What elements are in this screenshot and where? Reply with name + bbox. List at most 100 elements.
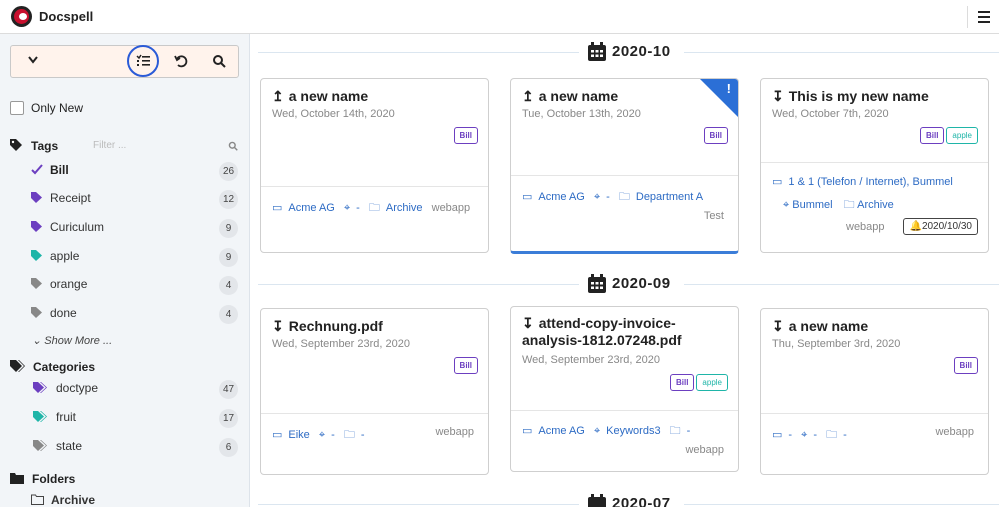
correspondent-link[interactable]: 1 & 1 (Telefon / Internet), Bummel	[788, 176, 952, 188]
new-item-marker	[700, 79, 738, 117]
item-card[interactable]: ↥ a new name Wed, October 14th, 2020 Bill…	[260, 78, 489, 253]
due-date: 2020/10/30	[921, 221, 972, 232]
search-button[interactable]	[203, 46, 235, 78]
source-label: webapp	[846, 221, 885, 233]
crosshair-icon: ⌖	[343, 202, 351, 214]
concerning-link[interactable]: Keywords3	[606, 425, 660, 437]
category-item-fruit[interactable]: fruit 17	[0, 409, 250, 428]
outgoing-icon: ↥	[272, 88, 284, 104]
tag-count: 26	[219, 162, 238, 181]
folder-link[interactable]: Archive	[857, 199, 894, 211]
tag-item-bill[interactable]: Bill 26	[0, 162, 250, 181]
folder-icon: 🗀	[669, 425, 681, 437]
tag-item-curiculum[interactable]: Curiculum 9	[0, 219, 250, 238]
concerning-link[interactable]: -	[813, 429, 817, 441]
category-label: state	[56, 439, 83, 453]
correspondent-link[interactable]: Acme AG	[288, 202, 334, 214]
tag-label[interactable]: apple	[696, 374, 728, 391]
top-bar: Docspell	[0, 0, 999, 34]
item-card[interactable]: ↧ Rechnung.pdf Wed, September 23rd, 2020 …	[260, 308, 489, 475]
category-count: 47	[219, 380, 238, 399]
list-view-button[interactable]	[127, 45, 159, 78]
hamburger-menu-icon[interactable]	[967, 6, 999, 28]
category-item-doctype[interactable]: doctype 47	[0, 380, 250, 399]
card-title-line2: analysis-1812.07248.pdf	[522, 332, 682, 348]
tag-label[interactable]: Bill	[703, 127, 728, 144]
item-card[interactable]: ↧ a new name Thu, September 3rd, 2020 Bil…	[760, 308, 989, 475]
tag-label: done	[50, 306, 77, 320]
show-more-link[interactable]: ⌄ Show More ...	[32, 334, 112, 347]
source-label: webapp	[435, 426, 474, 438]
calendar-icon	[588, 42, 606, 64]
tag-item-apple[interactable]: apple 9	[0, 248, 250, 267]
tag-count: 4	[219, 305, 238, 324]
tag-label[interactable]: Bill	[919, 127, 945, 144]
tags-icon	[33, 382, 48, 396]
tag-item-done[interactable]: done 4	[0, 305, 250, 324]
category-label: fruit	[56, 410, 77, 424]
concerning-link[interactable]: Bummel	[792, 199, 832, 211]
source-label: Test	[703, 210, 724, 222]
exclamation-icon: !	[726, 81, 731, 96]
due-date-badge[interactable]: 🔔2020/10/30	[903, 218, 978, 235]
correspondent-link[interactable]: -	[788, 429, 792, 441]
list-icon	[136, 54, 150, 66]
card-date: Wed, September 23rd, 2020	[522, 354, 660, 366]
correspondent-link[interactable]: Acme AG	[538, 425, 584, 437]
tag-label[interactable]: Bill	[669, 374, 695, 391]
correspondent-link[interactable]: Eike	[288, 429, 309, 441]
app-title[interactable]: Docspell	[39, 9, 93, 24]
card-title: Rechnung.pdf	[288, 318, 383, 334]
tag-item-receipt[interactable]: Receipt 12	[0, 190, 250, 209]
id-card-icon: ▭	[522, 425, 533, 437]
concerning-link[interactable]: -	[356, 202, 360, 214]
tag-count: 9	[219, 219, 238, 238]
tag-item-orange[interactable]: orange 4	[0, 276, 250, 295]
tags-icon	[33, 440, 48, 454]
card-title-line1: attend-copy-invoice-	[538, 315, 676, 331]
item-card[interactable]: ↧ This is my new name Wed, October 7th, 2…	[760, 78, 989, 253]
tag-label[interactable]: Bill	[453, 357, 478, 374]
folder-link[interactable]: -	[687, 425, 691, 437]
concerning-link[interactable]: -	[331, 429, 335, 441]
correspondent-link[interactable]: Acme AG	[538, 191, 584, 203]
folder-link[interactable]: Archive	[386, 202, 423, 214]
card-date: Wed, September 23rd, 2020	[272, 338, 410, 350]
id-card-icon: ▭	[772, 429, 783, 441]
tag-label: Receipt	[50, 191, 91, 205]
tag-label[interactable]: Bill	[953, 357, 978, 374]
category-count: 6	[219, 438, 238, 457]
sidebar: Only New Tags Filter ... Bill 26 Receipt…	[0, 34, 250, 507]
tag-label[interactable]: apple	[946, 127, 978, 144]
folder-item-archive[interactable]: Archive	[0, 493, 250, 507]
tag-icon	[31, 307, 43, 321]
folder-link[interactable]: -	[843, 429, 847, 441]
reset-button[interactable]	[165, 46, 197, 78]
folder-icon: 🗀	[843, 199, 855, 211]
incoming-icon: ↧	[772, 88, 784, 104]
tags-icon	[33, 411, 48, 425]
concerning-link[interactable]: -	[606, 191, 610, 203]
calendar-icon	[588, 494, 606, 507]
tag-label: orange	[50, 277, 88, 291]
calendar-icon	[588, 274, 606, 296]
card-date: Wed, October 7th, 2020	[772, 108, 889, 120]
tag-filter-input[interactable]: Filter ...	[93, 140, 126, 151]
tag-label[interactable]: Bill	[453, 127, 478, 144]
item-card[interactable]: ! ↥ a new name Tue, October 13th, 2020 Bi…	[510, 78, 739, 254]
category-item-state[interactable]: state 6	[0, 438, 250, 457]
only-new-checkbox[interactable]	[10, 101, 24, 115]
tag-label: apple	[50, 249, 80, 263]
folder-link[interactable]: -	[361, 429, 365, 441]
docspell-logo-icon[interactable]	[11, 6, 32, 27]
tag-count: 12	[219, 190, 238, 209]
item-card[interactable]: ↧ attend-copy-invoice- analysis-1812.0724…	[510, 306, 739, 472]
chevron-down-icon[interactable]	[28, 53, 38, 67]
incoming-icon: ↧	[772, 318, 784, 334]
checkmark-icon	[31, 164, 43, 178]
tag-label: Bill	[50, 163, 69, 177]
folder-link[interactable]: Department A	[636, 191, 703, 203]
search-menu	[10, 45, 239, 78]
tags-title: Tags	[31, 139, 59, 153]
crosshair-icon: ⌖	[593, 425, 601, 437]
